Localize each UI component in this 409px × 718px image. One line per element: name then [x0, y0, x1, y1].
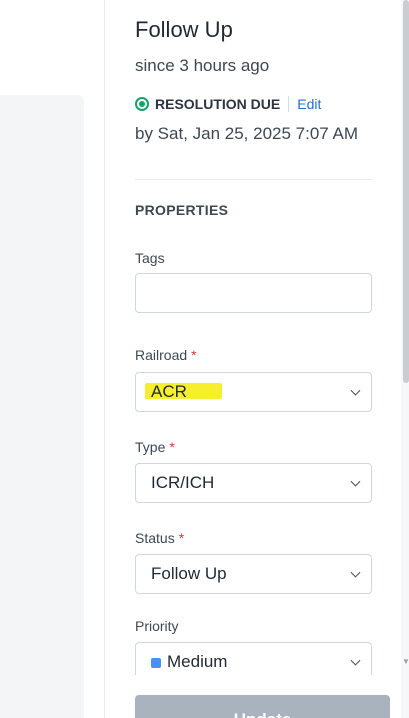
status-label: Status *	[135, 530, 184, 546]
railroad-label: Railroad *	[135, 347, 197, 363]
status-value: Follow Up	[151, 564, 227, 583]
priority-label-text: Priority	[135, 618, 179, 634]
priority-clip: Medium	[135, 642, 372, 675]
priority-value-wrap: Medium	[151, 652, 227, 672]
due-date: by Sat, Jan 25, 2025 7:07 AM	[135, 124, 359, 143]
status-label-text: Status	[135, 530, 175, 546]
edit-due-date-link[interactable]: Edit	[297, 96, 321, 112]
divider	[288, 96, 290, 112]
priority-color-icon	[151, 657, 161, 668]
status-since: since 3 hours ago	[135, 56, 270, 75]
priority-value: Medium	[167, 652, 228, 671]
properties-heading: PROPERTIES	[135, 202, 229, 218]
tags-label: Tags	[135, 250, 165, 266]
priority-select[interactable]: Medium	[135, 642, 372, 675]
tags-label-text: Tags	[135, 250, 165, 266]
sla-row: RESOLUTION DUE Edit	[135, 94, 321, 114]
required-marker: *	[191, 347, 197, 363]
sla-label: RESOLUTION DUE	[155, 96, 281, 112]
required-marker: *	[178, 530, 185, 546]
railroad-label-text: Railroad	[135, 347, 188, 363]
type-label-text: Type	[135, 439, 166, 455]
update-button[interactable]: Update	[135, 695, 390, 718]
type-select[interactable]: ICR/ICH	[135, 463, 372, 503]
scrollbar-thumb[interactable]	[403, 0, 409, 383]
type-value: ICR/ICH	[151, 473, 215, 492]
section-divider	[135, 179, 372, 180]
type-label: Type *	[135, 439, 175, 455]
ticket-status-title: Follow Up	[135, 17, 233, 42]
railroad-select[interactable]: ACR	[135, 372, 372, 412]
chevron-down-icon	[350, 655, 361, 666]
railroad-value: ACR	[151, 382, 187, 401]
priority-label: Priority	[135, 618, 179, 634]
chevron-down-icon	[350, 385, 361, 396]
left-pane	[0, 0, 104, 718]
chevron-down-icon	[350, 476, 361, 487]
required-marker: *	[169, 439, 175, 455]
status-select[interactable]: Follow Up	[135, 554, 372, 594]
scroll-down-arrow-icon[interactable]: ▼	[402, 657, 409, 667]
conversation-panel	[0, 95, 84, 718]
chevron-down-icon	[350, 567, 361, 578]
sla-status-icon	[135, 97, 149, 111]
tags-input[interactable]	[135, 273, 372, 313]
